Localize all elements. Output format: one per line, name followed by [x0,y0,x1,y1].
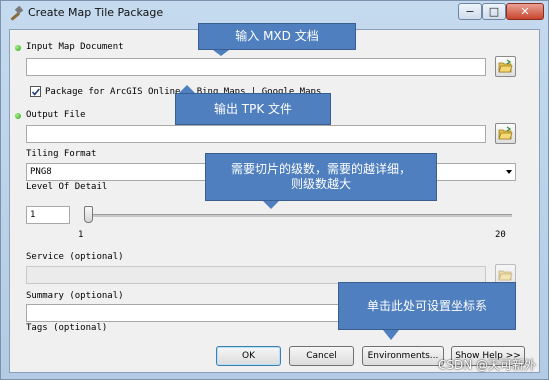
level-of-detail-slider-thumb[interactable] [84,206,93,223]
package-checkbox[interactable] [30,86,41,97]
open-folder-icon [498,126,513,140]
maximize-button[interactable]: □ [482,3,506,20]
close-button[interactable]: ✕ [506,3,544,20]
output-file-field[interactable] [26,125,486,143]
cancel-button[interactable]: Cancel [289,346,354,366]
callout-tail [263,201,279,209]
open-folder-icon [498,270,513,281]
checkmark-icon [31,88,40,96]
level-of-detail-label: Level Of Detail [26,182,108,192]
tool-hammer-icon [10,6,24,21]
input-map-browse-button[interactable] [495,56,516,77]
callout-levels-line2: 则级数越大 [290,177,351,191]
callout-output-tpk: 输出 TPK 文件 [175,93,331,125]
callout-levels-line1: 需要切片的级数，需要的越详细， [230,162,411,176]
output-file-label: Output File [26,110,86,120]
callout-coordinate-system: 单击此处可设置坐标系 [338,282,516,330]
callout-tail [179,85,195,93]
window-title: Create Map Tile Package [28,6,164,19]
tiling-format-value: PNG8 [30,167,52,177]
callout-input-mxd: 输入 MXD 文档 [198,23,356,50]
minimize-button[interactable]: − [458,3,482,20]
open-folder-icon [498,59,513,73]
level-of-detail-slider[interactable] [88,214,512,217]
tiling-format-label: Tiling Format [26,149,97,159]
output-file-browse-button[interactable] [495,123,516,144]
input-map-label: Input Map Document [26,42,124,52]
green-dot-icon [15,45,21,51]
input-map-field[interactable] [26,58,486,76]
tags-label: Tags (optional) [26,323,108,333]
chevron-down-icon [506,170,512,174]
watermark: CSDN @天可新外 [437,358,536,372]
environments-button[interactable]: Environments... [362,346,444,366]
level-of-detail-input[interactable]: 1 [26,206,70,224]
callout-tail [213,50,229,56]
callout-tail [383,330,399,340]
maximize-icon: □ [488,5,500,18]
ok-button[interactable]: OK [216,346,281,366]
green-dot-icon [15,113,21,119]
slider-max-label: 20 [495,230,506,240]
slider-min-label: 1 [78,230,84,240]
minimize-icon: − [465,5,475,18]
callout-levels: 需要切片的级数，需要的越详细， 则级数越大 [205,153,437,201]
close-icon: ✕ [520,5,530,18]
summary-label: Summary (optional) [26,291,124,301]
service-label: Service (optional) [26,252,124,262]
dialog-window: Create Map Tile Package − □ ✕ Input Map … [0,0,549,380]
